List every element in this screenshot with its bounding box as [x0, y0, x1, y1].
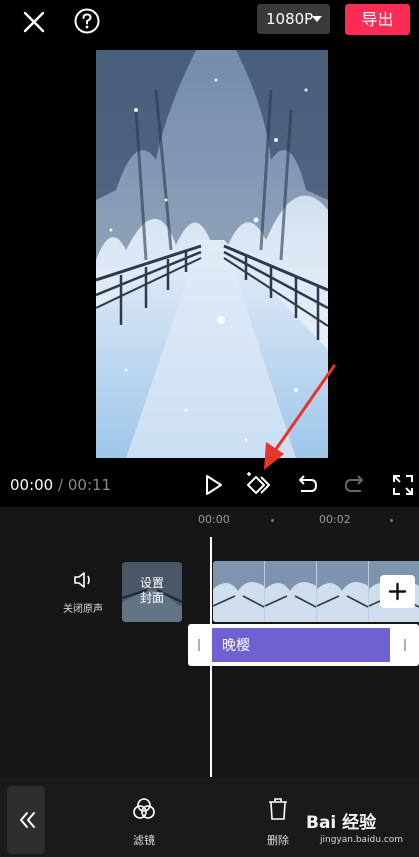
help-icon	[74, 8, 100, 34]
tick-dot	[390, 519, 393, 522]
cover-label-text: 设置 封面	[139, 576, 164, 605]
speaker-icon	[74, 572, 90, 588]
fullscreen-button[interactable]	[388, 470, 418, 500]
double-chevron-left-icon	[20, 812, 35, 828]
filter-tool-label: 滤镜	[133, 834, 155, 847]
plus-icon	[388, 582, 407, 601]
time-separator: /	[58, 476, 64, 494]
trash-icon	[269, 798, 287, 820]
top-bar: 1080P 导出	[0, 0, 419, 44]
close-icon	[23, 11, 45, 33]
total-time: 00:11	[67, 476, 112, 494]
redo-button[interactable]	[340, 470, 370, 500]
audio-clip-body: 晚樱	[212, 628, 390, 662]
left-trim-handle[interactable]	[198, 639, 200, 651]
play-icon	[206, 475, 222, 495]
watermark-text: Bai 经验	[306, 813, 377, 833]
tick-label: 00:00	[198, 513, 230, 526]
right-trim-handle[interactable]	[404, 639, 406, 651]
delete-tool-button[interactable]: 删除	[253, 796, 303, 848]
watermark-url: jingyan.baidu.com	[320, 835, 404, 845]
time-display: 00:00 / 00:11	[10, 476, 111, 494]
collapse-button[interactable]	[7, 786, 45, 854]
baidu-jingyan-watermark: Bai 经验 jingyan.baidu.com	[300, 800, 415, 850]
redo-icon	[344, 475, 364, 492]
resolution-label: 1080P	[266, 10, 314, 28]
add-clip-button[interactable]	[380, 575, 415, 608]
set-cover-button[interactable]: 设置 封面	[122, 562, 182, 622]
close-button[interactable]	[20, 8, 48, 36]
filter-icon	[133, 798, 155, 819]
cover-label: 设置 封面	[122, 576, 182, 606]
export-button[interactable]: 导出	[345, 4, 410, 35]
annotation-arrow	[264, 364, 336, 470]
tick-label: 00:02	[319, 513, 351, 526]
mute-original-audio-button[interactable]: 关闭原声	[55, 570, 111, 615]
timeline[interactable]: 00:00 00:02 关闭原声 设置 封面 晚樱	[0, 507, 419, 778]
fullscreen-icon	[393, 475, 413, 495]
bottom-toolbar: 滤镜 删除 Bai 经验 jingyan.baidu.com	[0, 778, 419, 857]
current-time: 00:00	[10, 476, 54, 494]
audio-clip-label: 晚樱	[222, 638, 250, 654]
tick-dot	[271, 519, 274, 522]
delete-tool-label: 删除	[267, 834, 289, 847]
playhead[interactable]	[210, 537, 212, 777]
mute-label: 关闭原声	[63, 604, 103, 615]
resolution-dropdown[interactable]: 1080P	[257, 4, 330, 34]
audio-clip[interactable]: 晚樱	[188, 624, 419, 666]
help-button[interactable]	[72, 6, 102, 36]
filter-tool-button[interactable]: 滤镜	[119, 796, 169, 848]
chevron-down-icon	[312, 16, 322, 22]
play-button[interactable]	[198, 470, 228, 500]
